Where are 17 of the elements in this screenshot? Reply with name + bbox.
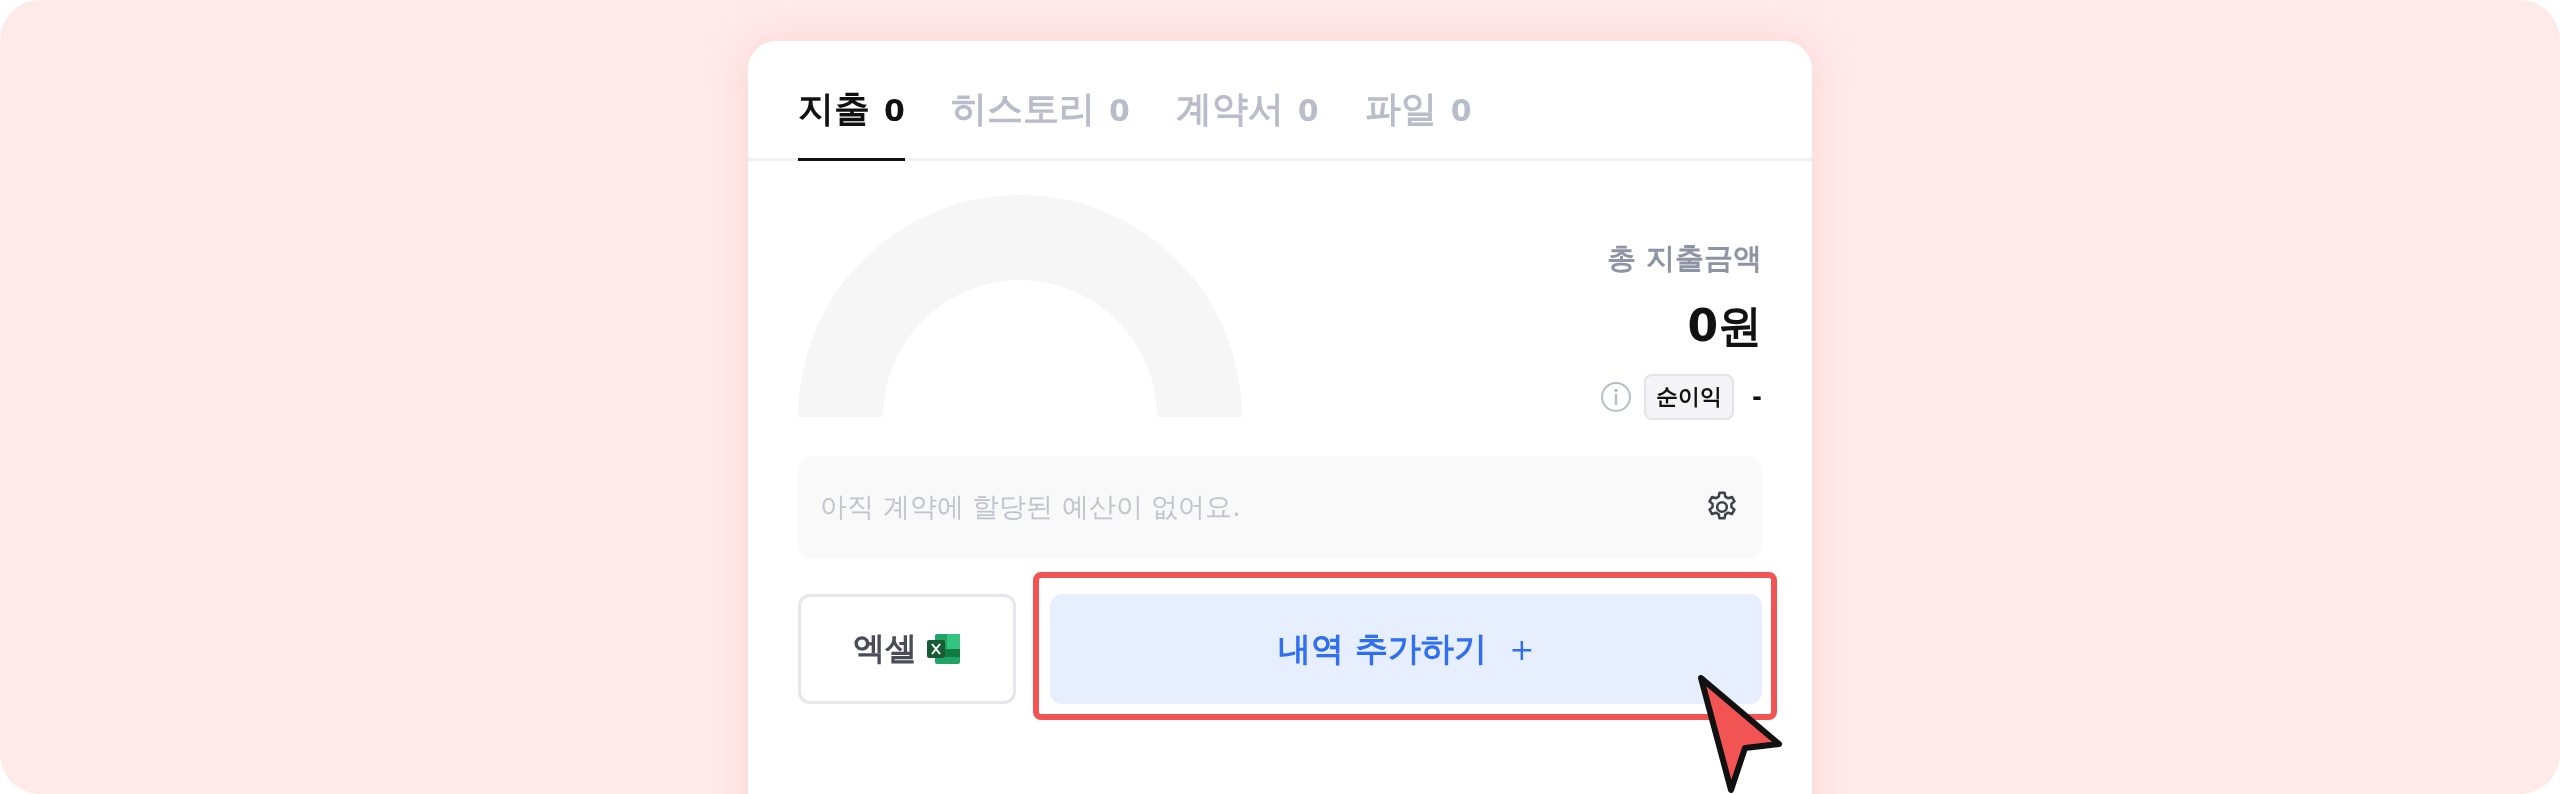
total-label: 총 지출금액 — [1606, 240, 1762, 277]
add-entry-button[interactable]: 내역 추가하기 + — [1050, 594, 1762, 704]
tab-label: 지출 — [798, 87, 870, 131]
tab-label: 히스토리 — [950, 87, 1095, 131]
tab[interactable]: 지출 0 — [798, 85, 905, 161]
spreadsheet-icon — [927, 633, 961, 665]
profit-chip: 순이익 — [1644, 374, 1735, 420]
total-amount: 0원 — [1687, 299, 1762, 353]
excel-button[interactable]: 엑셀 — [798, 594, 1016, 704]
tab-count: 0 — [1450, 93, 1472, 128]
tab-label: 파일 — [1364, 87, 1437, 131]
tab-count: 0 — [884, 93, 905, 128]
profit-value: - — [1752, 383, 1762, 411]
tab-label: 계약서 — [1175, 87, 1284, 131]
tab-count: 0 — [1108, 93, 1130, 128]
cursor-icon — [1697, 674, 1783, 794]
tab-count: 0 — [1297, 93, 1319, 128]
